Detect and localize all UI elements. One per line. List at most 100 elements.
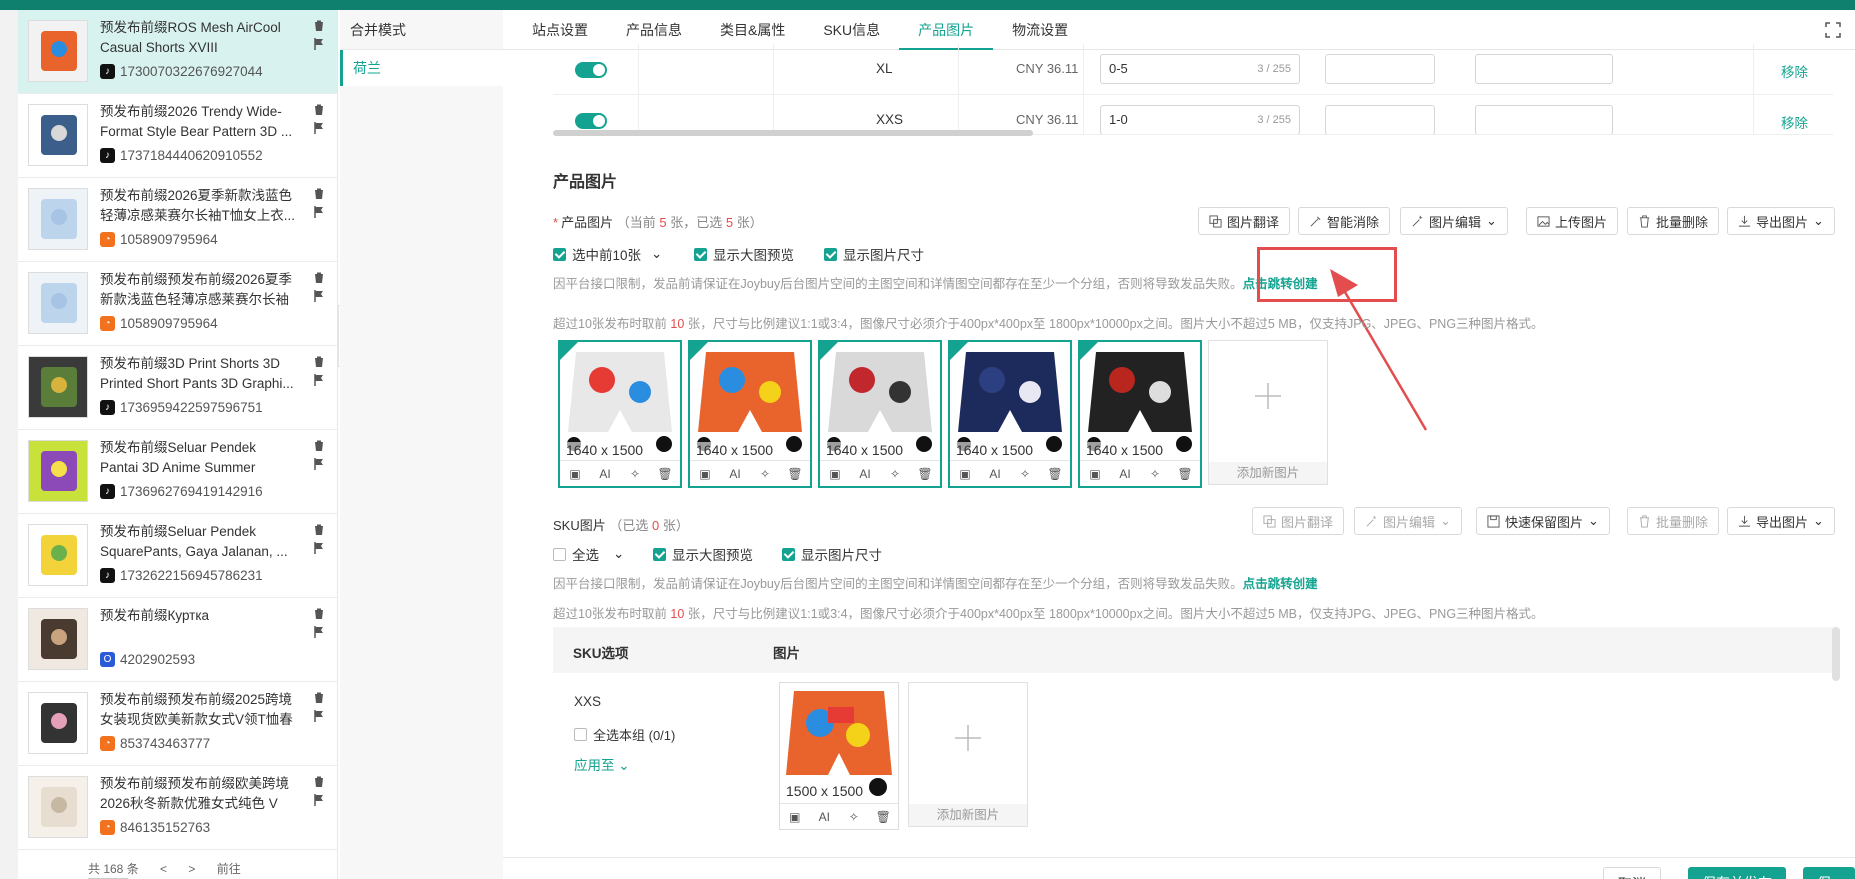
trash-icon[interactable]: 🗑 [787, 466, 803, 482]
trash-icon[interactable] [313, 356, 325, 368]
image-crop-icon[interactable]: ▣ [1087, 466, 1103, 482]
quick-keep-images-dropdown[interactable]: 快速保留图片 ⌄ [1476, 507, 1610, 535]
magic-wand-icon[interactable]: ✧ [757, 466, 773, 482]
sku-code-input[interactable]: 1-0 3 / 255 [1100, 105, 1300, 134]
flag-icon[interactable] [313, 626, 325, 638]
add-image-card[interactable]: 添加新图片 [1208, 340, 1328, 485]
next-page[interactable]: > [188, 862, 195, 876]
product-list-item[interactable]: 预发布前缀预发布前缀2025跨境女装现货欧美新款女式V领T恤春秋镂... ◔853… [18, 682, 337, 766]
ai-button[interactable]: AI [1117, 466, 1133, 482]
prev-page[interactable]: < [160, 862, 167, 876]
trash-icon[interactable]: 🗑 [1047, 466, 1063, 482]
image-crop-icon[interactable]: ▣ [787, 809, 803, 825]
trash-icon[interactable] [313, 524, 325, 536]
product-list-item[interactable]: 预发布前缀2026夏季新款浅蓝色轻薄凉感莱赛尔长袖T恤女上衣... ◔ 105890… [18, 178, 337, 262]
save-button[interactable]: 保存 [1803, 867, 1855, 879]
trash-icon[interactable]: 🗑 [917, 466, 933, 482]
flag-icon[interactable] [313, 38, 325, 50]
horizontal-scrollbar[interactable] [553, 130, 1033, 136]
cancel-button[interactable]: 取消 [1603, 867, 1661, 879]
ai-button[interactable]: AI [816, 809, 832, 825]
flag-icon[interactable] [313, 458, 325, 470]
ai-button[interactable]: AI [727, 466, 743, 482]
product-list-item[interactable]: 预发布前缀预发布前缀2026夏季新款浅蓝色轻薄凉感莱赛尔长袖T恤... ◔1058… [18, 262, 337, 346]
product-image-card[interactable]: 1640 x 1500 ▣ AI ✧ 🗑 [1078, 340, 1202, 488]
flag-icon[interactable] [313, 290, 325, 302]
product-list-item[interactable]: 预发布前缀预发布前缀欧美跨境2026秋冬新款优雅女式纯色 V 领... ◔8461… [18, 766, 337, 850]
trash-icon[interactable]: 🗑 [1177, 466, 1193, 482]
trash-icon[interactable] [313, 692, 325, 704]
trash-icon[interactable] [313, 440, 325, 452]
magic-wand-icon[interactable]: ✧ [846, 809, 862, 825]
trash-icon[interactable] [313, 20, 325, 32]
sku-field-input[interactable] [1325, 54, 1435, 84]
product-list-item[interactable]: 预发布前缀Seluar Pendek Pantai 3D Anime Summe… [18, 430, 337, 514]
sku-create-group-link[interactable]: 点击跳转创建 [1243, 577, 1318, 591]
select-first-10-checkbox[interactable]: 选中前10张 ⌄ [553, 244, 662, 264]
sku-code-input[interactable]: 0-5 3 / 255 [1100, 54, 1300, 84]
flag-icon[interactable] [313, 710, 325, 722]
select-all-checkbox[interactable]: 全选 ⌄ [553, 544, 624, 564]
show-size-checkbox[interactable]: 显示图片尺寸 [824, 244, 924, 264]
sku-field-input[interactable] [1475, 54, 1613, 84]
image-crop-icon[interactable]: ▣ [827, 466, 843, 482]
image-crop-icon[interactable]: ▣ [697, 466, 713, 482]
smart-erase-button[interactable]: 智能消除 [1298, 207, 1391, 235]
sku-add-image-card[interactable]: 添加新图片 [908, 682, 1028, 827]
fullscreen-icon[interactable] [1825, 22, 1841, 38]
image-crop-icon[interactable]: ▣ [567, 466, 583, 482]
ai-button[interactable]: AI [857, 466, 873, 482]
sku-enable-toggle[interactable] [575, 113, 607, 129]
region-item-netherlands[interactable]: 荷兰 [340, 50, 503, 86]
sku-field-input[interactable] [1475, 105, 1613, 134]
magic-wand-icon[interactable]: ✧ [627, 466, 643, 482]
image-translate-button[interactable]: 图片翻译 [1198, 207, 1291, 235]
magic-wand-icon[interactable]: ✧ [1017, 466, 1033, 482]
product-image-card[interactable]: 1640 x 1500 ▣ AI ✧ 🗑 [558, 340, 682, 488]
product-list-item[interactable]: 预发布前缀3D Print Shorts 3D Printed Short Pa… [18, 346, 337, 430]
sku-field-input[interactable] [1325, 105, 1435, 134]
apply-to-dropdown[interactable]: 应用至 ⌄ [574, 754, 630, 774]
trash-icon[interactable] [313, 272, 325, 284]
trash-icon[interactable] [313, 608, 325, 620]
upload-image-button[interactable]: 上传图片 [1526, 207, 1619, 235]
sku-enable-toggle[interactable] [575, 62, 607, 78]
image-edit-dropdown[interactable]: 图片编辑 ⌄ [1400, 207, 1508, 235]
ai-button[interactable]: AI [597, 466, 613, 482]
remove-link[interactable]: 移除 [1781, 61, 1808, 81]
trash-icon[interactable] [313, 104, 325, 116]
show-preview-checkbox[interactable]: 显示大图预览 [694, 244, 794, 264]
magic-wand-icon[interactable]: ✧ [1147, 466, 1163, 482]
product-list-item[interactable]: 预发布前缀ROS Mesh AirCool Casual Shorts XVII… [18, 10, 337, 94]
sku-show-size-checkbox[interactable]: 显示图片尺寸 [782, 544, 882, 564]
vertical-scrollbar[interactable] [1832, 627, 1840, 681]
product-list-item[interactable]: 预发布前缀2026 Trendy Wide-Format Style Bear … [18, 94, 337, 178]
batch-delete-button[interactable]: 批量删除 [1627, 207, 1720, 235]
product-image-card[interactable]: 1640 x 1500 ▣ AI ✧ 🗑 [948, 340, 1072, 488]
product-list-item[interactable]: 预发布前缀Seluar Pendek SquarePants, Gaya Jal… [18, 514, 337, 598]
export-images-dropdown[interactable]: 导出图片 ⌄ [1727, 207, 1835, 235]
flag-icon[interactable] [313, 542, 325, 554]
save-publish-button[interactable]: 保存并发布 [1688, 867, 1786, 879]
flag-icon[interactable] [313, 206, 325, 218]
remove-link[interactable]: 移除 [1781, 112, 1808, 132]
flag-icon[interactable] [313, 374, 325, 386]
magic-wand-icon[interactable]: ✧ [887, 466, 903, 482]
product-image-card[interactable]: 1640 x 1500 ▣ AI ✧ 🗑 [688, 340, 812, 488]
sku-image-edit-dropdown[interactable]: 图片编辑 ⌄ [1354, 507, 1462, 535]
trash-icon[interactable]: 🗑 [657, 466, 673, 482]
sku-image-card[interactable]: 1500 x 1500 ▣ AI ✧ 🗑 [779, 682, 899, 830]
select-group-checkbox[interactable]: 全选本组 (0/1) [574, 725, 675, 744]
trash-icon[interactable] [313, 188, 325, 200]
sku-export-images-dropdown[interactable]: 导出图片 ⌄ [1727, 507, 1835, 535]
image-crop-icon[interactable]: ▣ [957, 466, 973, 482]
flag-icon[interactable] [313, 122, 325, 134]
trash-icon[interactable]: 🗑 [875, 809, 891, 825]
flag-icon[interactable] [313, 794, 325, 806]
product-list-item[interactable]: 预发布前缀Куртка O 4202902593 [18, 598, 337, 682]
trash-icon[interactable] [313, 776, 325, 788]
ai-button[interactable]: AI [987, 466, 1003, 482]
sku-image-translate-button[interactable]: 图片翻译 [1252, 507, 1345, 535]
product-image-card[interactable]: 1640 x 1500 ▣ AI ✧ 🗑 [818, 340, 942, 488]
sku-batch-delete-button[interactable]: 批量删除 [1627, 507, 1720, 535]
